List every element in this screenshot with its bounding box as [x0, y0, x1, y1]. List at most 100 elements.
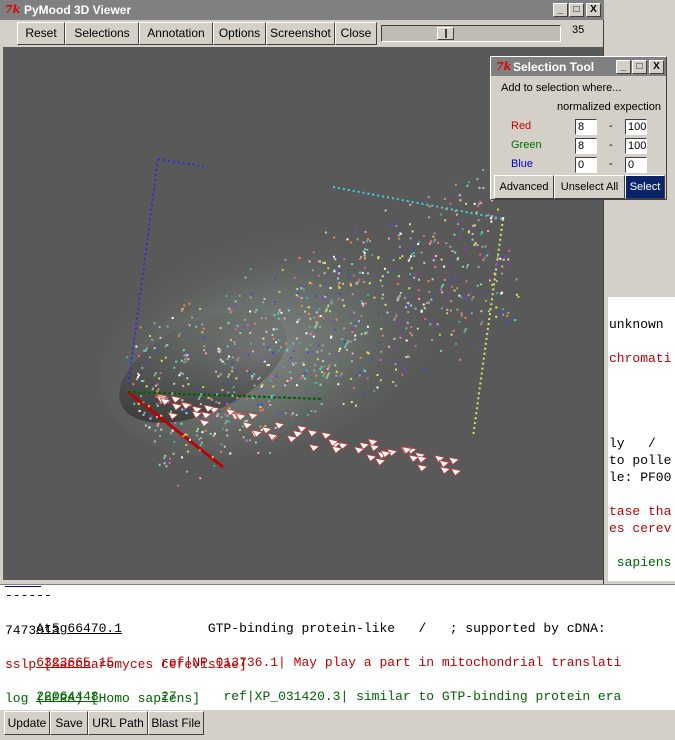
data-point — [272, 394, 275, 397]
data-point — [322, 360, 324, 362]
unselect-all-button[interactable]: Unselect All — [554, 175, 625, 199]
selection-tool-titlebar[interactable]: 7k Selection Tool _ □ X — [491, 57, 666, 76]
data-point — [280, 311, 283, 314]
data-point — [478, 202, 480, 205]
data-point — [392, 259, 395, 262]
data-point — [371, 254, 374, 257]
data-point — [266, 364, 269, 367]
data-point — [280, 346, 283, 349]
data-point — [467, 264, 469, 266]
maximize-button[interactable]: □ — [632, 60, 647, 74]
data-point — [301, 285, 304, 288]
red-min-input[interactable]: 8 — [575, 119, 597, 135]
data-point — [447, 296, 450, 299]
selections-button[interactable]: Selections — [65, 22, 139, 45]
data-point — [299, 317, 302, 320]
data-point — [236, 324, 239, 327]
green-min-input[interactable]: 8 — [575, 138, 597, 154]
data-point — [334, 364, 337, 367]
data-point — [331, 302, 334, 305]
data-point — [482, 187, 485, 189]
data-point — [379, 359, 382, 362]
data-point — [171, 429, 174, 432]
data-point — [157, 349, 160, 351]
data-point — [490, 217, 493, 220]
data-point — [424, 318, 427, 321]
annotation-button[interactable]: Annotation — [139, 22, 213, 45]
close-button[interactable]: Close — [335, 22, 377, 45]
data-point — [338, 272, 341, 275]
data-point — [443, 197, 446, 200]
data-point — [164, 454, 167, 457]
data-point — [271, 351, 274, 354]
data-point — [326, 368, 329, 370]
data-point — [425, 302, 428, 305]
bg-line: chromati — [609, 351, 672, 366]
viewer-titlebar[interactable]: 7k PyMood 3D Viewer _ □ X — [0, 0, 604, 20]
update-button[interactable]: Update — [4, 711, 50, 735]
data-point — [186, 354, 189, 357]
data-point — [343, 327, 346, 330]
advanced-button[interactable]: Advanced — [494, 175, 554, 199]
data-point — [298, 256, 301, 259]
select-button[interactable]: Select — [625, 175, 665, 199]
options-button[interactable]: Options — [213, 22, 266, 45]
data-point — [346, 238, 349, 241]
data-point — [362, 241, 365, 244]
data-point — [439, 213, 442, 216]
data-point — [260, 428, 263, 431]
data-point — [218, 410, 221, 413]
data-point — [295, 294, 298, 297]
maximize-button[interactable]: □ — [569, 3, 584, 17]
data-point — [133, 402, 136, 405]
data-point — [199, 307, 202, 310]
data-point — [212, 434, 215, 437]
blue-min-input[interactable]: 0 — [575, 157, 597, 173]
close-window-button[interactable]: X — [586, 3, 601, 17]
minimize-button[interactable]: _ — [616, 60, 631, 74]
data-point — [249, 310, 252, 313]
data-point — [225, 295, 228, 297]
data-point — [336, 274, 339, 277]
data-point — [358, 271, 361, 274]
data-point — [341, 338, 344, 341]
data-point — [269, 404, 272, 406]
data-point — [181, 456, 183, 459]
data-point — [408, 355, 411, 358]
close-window-button[interactable]: X — [649, 60, 664, 74]
data-point — [459, 358, 462, 361]
data-point — [431, 278, 434, 281]
data-point — [300, 377, 303, 379]
data-point — [232, 386, 235, 389]
data-point — [325, 293, 328, 296]
blue-max-input[interactable]: 0 — [625, 157, 647, 173]
minimize-button[interactable]: _ — [553, 3, 568, 17]
screenshot-button[interactable]: Screenshot — [266, 22, 335, 45]
data-point — [379, 279, 382, 282]
blast-file-button[interactable]: Blast File — [148, 711, 204, 735]
data-point — [184, 433, 187, 436]
save-button[interactable]: Save — [50, 711, 88, 735]
zoom-slider[interactable] — [381, 25, 561, 42]
data-point — [143, 411, 146, 414]
data-point — [434, 266, 437, 268]
reset-button[interactable]: Reset — [17, 22, 65, 45]
data-point — [217, 413, 220, 416]
results-text-area[interactable]: ------ At5g66470.1 GTP-binding protein-l… — [0, 584, 675, 710]
data-point — [159, 336, 162, 339]
data-point — [334, 258, 337, 261]
data-point — [417, 289, 420, 292]
data-point — [319, 326, 322, 328]
data-point — [243, 326, 246, 329]
data-point — [314, 364, 317, 367]
data-point — [325, 309, 328, 312]
data-point — [474, 242, 477, 245]
url-path-button[interactable]: URL Path — [88, 711, 148, 735]
slider-thumb[interactable] — [437, 27, 454, 40]
data-point — [407, 302, 410, 304]
data-point — [406, 321, 409, 324]
data-point — [383, 267, 386, 270]
green-max-input[interactable]: 100 — [625, 138, 647, 154]
red-max-input[interactable]: 100 — [625, 119, 647, 135]
data-point — [480, 283, 483, 286]
